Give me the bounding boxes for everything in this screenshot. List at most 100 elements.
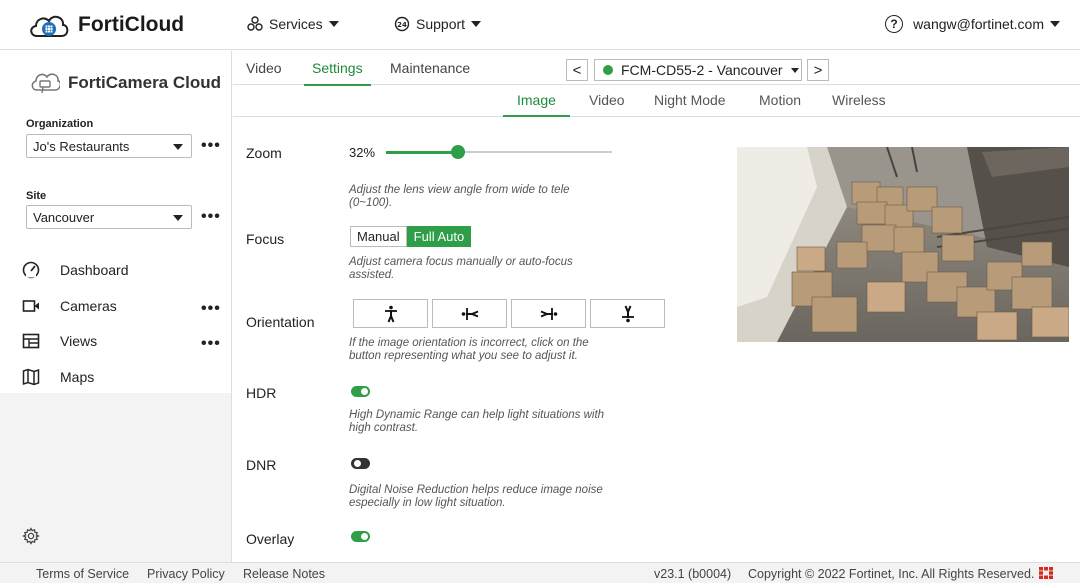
secondary-tabs: Image Video Night Mode Motion Wireless	[233, 86, 1080, 117]
support-icon: 24	[394, 16, 410, 32]
chevron-down-icon	[173, 144, 183, 150]
device-select[interactable]: FCM-CD55-2 - Vancouver	[594, 59, 802, 81]
release-notes-link[interactable]: Release Notes	[243, 567, 325, 581]
app-brand: FortiCamera Cloud	[30, 69, 221, 97]
site-select[interactable]: Vancouver	[26, 205, 192, 229]
person-upside-down-icon	[621, 305, 634, 322]
orientation-upright-button[interactable]	[353, 299, 428, 328]
focus-help: Adjust camera focus manually or auto-foc…	[349, 256, 573, 281]
sidebar-item-label: Dashboard	[60, 262, 129, 278]
toggle-knob	[354, 460, 361, 467]
site-more-button[interactable]: •••	[201, 208, 221, 226]
forticloud-logo-icon	[30, 15, 69, 37]
warehouse-scene	[737, 147, 1069, 342]
online-status-icon	[603, 65, 613, 75]
focus-label: Focus	[246, 231, 285, 247]
image-settings-panel: Zoom 32% Adjust the lens view angle from…	[233, 118, 1080, 562]
fortinet-logo-icon	[1039, 567, 1053, 579]
zoom-slider[interactable]	[386, 145, 612, 159]
camera-preview-image	[737, 147, 1069, 342]
sidebar-item-maps[interactable]: Maps	[22, 368, 94, 386]
svg-text:24: 24	[397, 21, 407, 29]
zoom-value: 32%	[349, 145, 376, 160]
user-menu[interactable]: ? wangw@fortinet.com	[885, 15, 1060, 33]
support-menu[interactable]: 24 Support	[394, 16, 482, 32]
orientation-rotate-right-button[interactable]	[511, 299, 586, 328]
toggle-knob	[361, 533, 368, 540]
orientation-label: Orientation	[246, 314, 315, 330]
dnr-help: Digital Noise Reduction helps reduce ima…	[349, 484, 603, 509]
next-device-button[interactable]: >	[807, 59, 829, 81]
settings-gear-icon[interactable]	[22, 527, 40, 545]
overlay-label: Overlay	[246, 531, 295, 547]
previous-device-button[interactable]: <	[566, 59, 588, 81]
dnr-toggle[interactable]	[351, 458, 370, 469]
services-menu[interactable]: Services	[247, 16, 339, 32]
tab-night-mode[interactable]: Night Mode	[654, 92, 726, 108]
map-icon	[22, 368, 40, 386]
views-grid-icon	[22, 333, 40, 349]
services-icon	[247, 16, 263, 31]
sidebar-item-label: Views	[60, 333, 98, 349]
site-label: Site	[26, 190, 47, 202]
top-bar: FortiCloud Services 24 Support ? wangw@f…	[0, 0, 1080, 50]
organization-value: Jo's Restaurants	[33, 139, 130, 154]
focus-mode-toggle: Manual Full Auto	[350, 226, 472, 247]
organization-label: Organization	[26, 118, 94, 130]
person-rotated-left-icon	[461, 307, 478, 320]
sidebar-item-label: Cameras	[60, 298, 117, 314]
orientation-flip-button[interactable]	[590, 299, 665, 328]
tab-motion[interactable]: Motion	[759, 92, 801, 108]
privacy-policy-link[interactable]: Privacy Policy	[147, 567, 225, 581]
sidebar-item-dashboard[interactable]: Dashboard	[22, 261, 129, 279]
tab-settings[interactable]: Settings	[304, 60, 371, 86]
tab-video[interactable]: Video	[246, 60, 282, 76]
orientation-rotate-left-button[interactable]	[432, 299, 507, 328]
chevron-down-icon	[1050, 21, 1060, 27]
brand-name: FortiCloud	[78, 13, 185, 36]
tab-maintenance[interactable]: Maintenance	[390, 60, 470, 76]
zoom-slider-fill	[386, 150, 459, 154]
focus-full-auto-button[interactable]: Full Auto	[406, 226, 472, 247]
dnr-label: DNR	[246, 457, 277, 473]
zoom-slider-handle[interactable]	[451, 145, 466, 159]
sidebar-item-views[interactable]: Views	[22, 332, 97, 350]
sidebar-item-cameras[interactable]: Cameras	[22, 297, 117, 315]
user-email: wangw@fortinet.com	[913, 16, 1044, 32]
tab-image[interactable]: Image	[503, 92, 570, 117]
sidebar: FortiCamera Cloud Organization Jo's Rest…	[0, 51, 232, 562]
overlay-toggle[interactable]	[351, 531, 370, 542]
dashboard-icon	[22, 261, 40, 279]
app-title: FortiCamera Cloud	[68, 73, 222, 92]
sidebar-item-label: Maps	[60, 369, 95, 385]
camera-icon	[22, 300, 39, 312]
tab-video-settings[interactable]: Video	[589, 92, 625, 108]
forticloud-brand[interactable]: FortiCloud	[28, 11, 184, 39]
footer: Terms of Service Privacy Policy Release …	[0, 562, 1080, 583]
primary-tabs: Video Settings Maintenance < FCM-CD55-2 …	[233, 51, 1080, 86]
person-rotated-right-icon	[540, 307, 557, 320]
orientation-help: If the image orientation is incorrect, c…	[349, 337, 589, 362]
organization-more-button[interactable]: •••	[201, 137, 221, 155]
terms-of-service-link[interactable]: Terms of Service	[36, 567, 129, 581]
toggle-knob	[361, 388, 368, 395]
zoom-label: Zoom	[246, 145, 282, 161]
copyright-text: Copyright © 2022 Fortinet, Inc. All Righ…	[748, 567, 1035, 581]
person-upright-icon	[384, 305, 397, 322]
version-text: v23.1 (b0004)	[654, 567, 732, 581]
site-value: Vancouver	[33, 210, 95, 225]
hdr-label: HDR	[246, 385, 277, 401]
chevron-down-icon	[173, 215, 183, 221]
organization-select[interactable]: Jo's Restaurants	[26, 134, 192, 158]
chevron-down-icon	[328, 21, 339, 27]
views-more-button[interactable]: •••	[201, 335, 221, 353]
help-icon[interactable]: ?	[885, 15, 904, 33]
chevron-down-icon	[790, 67, 799, 73]
hdr-toggle[interactable]	[351, 386, 370, 397]
cameras-more-button[interactable]: •••	[201, 300, 221, 318]
hdr-help: High Dynamic Range can help light situat…	[349, 409, 605, 434]
fortcamera-cloud-logo-icon	[31, 73, 60, 94]
support-label: Support	[416, 16, 466, 32]
tab-wireless[interactable]: Wireless	[832, 92, 886, 108]
focus-manual-button[interactable]: Manual	[350, 226, 407, 247]
